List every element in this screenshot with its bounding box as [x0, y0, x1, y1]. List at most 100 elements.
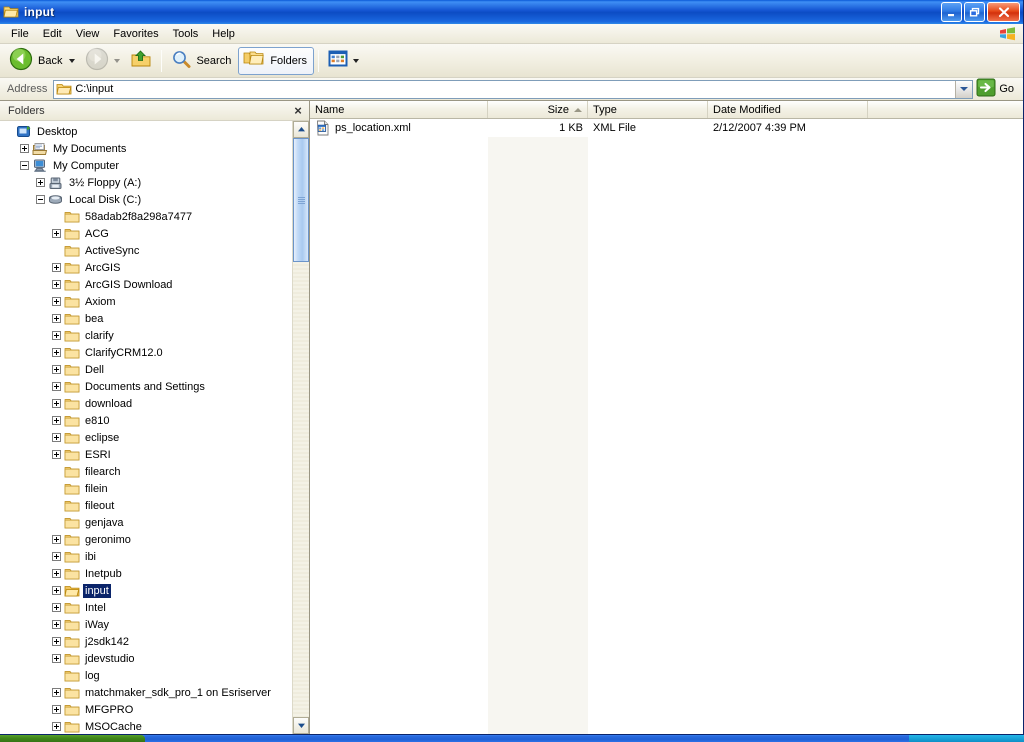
expand-icon[interactable]: [52, 297, 61, 306]
minimize-button[interactable]: [941, 2, 962, 22]
address-input-wrap[interactable]: [53, 79, 974, 99]
tree-item[interactable]: jdevstudio: [0, 650, 292, 667]
tree-item[interactable]: My Computer: [0, 157, 292, 174]
menu-favorites[interactable]: Favorites: [106, 26, 165, 42]
tree-item[interactable]: 3½ Floppy (A:): [0, 174, 292, 191]
expand-icon[interactable]: [52, 722, 61, 731]
expand-icon[interactable]: [52, 450, 61, 459]
tree-item[interactable]: MFGPRO: [0, 701, 292, 718]
back-dropdown-icon[interactable]: [69, 58, 76, 63]
views-dropdown-icon[interactable]: [353, 58, 360, 63]
tree-item[interactable]: ClarifyCRM12.0: [0, 344, 292, 361]
scrollbar-track[interactable]: [293, 138, 309, 717]
tree-item[interactable]: ActiveSync: [0, 242, 292, 259]
expand-icon[interactable]: [36, 178, 45, 187]
tree-item[interactable]: filearch: [0, 463, 292, 480]
column-header[interactable]: Size: [488, 101, 588, 118]
expand-icon[interactable]: [52, 654, 61, 663]
expand-icon[interactable]: [52, 365, 61, 374]
tree-item[interactable]: My Documents: [0, 140, 292, 157]
tree-item[interactable]: Axiom: [0, 293, 292, 310]
collapse-icon[interactable]: [20, 161, 29, 170]
menu-tools[interactable]: Tools: [166, 26, 206, 42]
tree-item[interactable]: ArcGIS Download: [0, 276, 292, 293]
tree-item[interactable]: 58adab2f8a298a7477: [0, 208, 292, 225]
expand-icon[interactable]: [52, 382, 61, 391]
tree-item[interactable]: fileout: [0, 497, 292, 514]
tree-item[interactable]: ESRI: [0, 446, 292, 463]
tree-item[interactable]: Inetpub: [0, 565, 292, 582]
tree-item[interactable]: eclipse: [0, 429, 292, 446]
forward-dropdown-icon[interactable]: [114, 58, 121, 63]
tree-item[interactable]: matchmaker_sdk_pro_1 on Esriserver: [0, 684, 292, 701]
expand-icon[interactable]: [52, 416, 61, 425]
expand-icon[interactable]: [52, 552, 61, 561]
column-header[interactable]: Name: [310, 101, 488, 118]
column-header[interactable]: Date Modified: [708, 101, 868, 118]
tree-item[interactable]: ArcGIS: [0, 259, 292, 276]
expand-icon[interactable]: [52, 314, 61, 323]
menu-edit[interactable]: Edit: [36, 26, 69, 42]
address-dropdown-button[interactable]: [955, 80, 973, 98]
folder-tree[interactable]: Desktop My Documents My Computer 3½ Floppy …: [0, 121, 292, 734]
expand-icon[interactable]: [52, 399, 61, 408]
forward-button[interactable]: [80, 47, 125, 75]
menu-view[interactable]: View: [69, 26, 107, 42]
tree-item[interactable]: ACG: [0, 225, 292, 242]
folders-button[interactable]: Folders: [238, 46, 315, 75]
tree-scrollbar[interactable]: [292, 121, 309, 734]
tree-item[interactable]: Documents and Settings: [0, 378, 292, 395]
expand-icon[interactable]: [52, 280, 61, 289]
scroll-down-icon[interactable]: [293, 717, 309, 734]
expand-icon[interactable]: [52, 620, 61, 629]
start-button[interactable]: [0, 735, 145, 742]
search-button[interactable]: Search: [166, 47, 238, 75]
tree-item[interactable]: input: [0, 582, 292, 599]
restore-button[interactable]: [964, 2, 985, 22]
tree-item[interactable]: bea: [0, 310, 292, 327]
expand-icon[interactable]: [52, 229, 61, 238]
expand-icon[interactable]: [52, 688, 61, 697]
address-input[interactable]: [75, 83, 956, 95]
menu-file[interactable]: File: [4, 26, 36, 42]
file-rows[interactable]: ps_location.xml 1 KB XML File 2/12/2007 4:3…: [310, 119, 1023, 734]
column-header[interactable]: Type: [588, 101, 708, 118]
tree-item[interactable]: clarify: [0, 327, 292, 344]
expand-icon[interactable]: [20, 144, 29, 153]
tree-item[interactable]: filein: [0, 480, 292, 497]
go-button[interactable]: Go: [973, 78, 1020, 100]
tree-item[interactable]: e810: [0, 412, 292, 429]
expand-icon[interactable]: [52, 433, 61, 442]
expand-icon[interactable]: [52, 603, 61, 612]
tree-item[interactable]: Desktop: [0, 123, 292, 140]
menu-help[interactable]: Help: [205, 26, 242, 42]
expand-icon[interactable]: [52, 331, 61, 340]
up-button[interactable]: [125, 47, 157, 75]
tree-item[interactable]: Dell: [0, 361, 292, 378]
tree-item[interactable]: iWay: [0, 616, 292, 633]
expand-icon[interactable]: [52, 569, 61, 578]
expand-icon[interactable]: [52, 705, 61, 714]
tree-item[interactable]: genjava: [0, 514, 292, 531]
views-button[interactable]: [323, 47, 364, 75]
tree-item[interactable]: log: [0, 667, 292, 684]
tree-item[interactable]: MSOCache: [0, 718, 292, 734]
collapse-icon[interactable]: [36, 195, 45, 204]
expand-icon[interactable]: [52, 348, 61, 357]
file-row[interactable]: ps_location.xml 1 KB XML File 2/12/2007 4:3…: [310, 119, 1023, 137]
tree-item[interactable]: Intel: [0, 599, 292, 616]
scrollbar-thumb[interactable]: [293, 138, 309, 262]
tree-item[interactable]: download: [0, 395, 292, 412]
tree-item[interactable]: ibi: [0, 548, 292, 565]
system-tray[interactable]: [909, 735, 1024, 742]
tree-item[interactable]: Local Disk (C:): [0, 191, 292, 208]
scroll-up-icon[interactable]: [293, 121, 309, 138]
close-icon[interactable]: ×: [291, 104, 305, 118]
back-button[interactable]: Back: [4, 47, 80, 75]
expand-icon[interactable]: [52, 637, 61, 646]
close-button[interactable]: [987, 2, 1020, 22]
expand-icon[interactable]: [52, 586, 61, 595]
tree-item[interactable]: geronimo: [0, 531, 292, 548]
tree-item[interactable]: j2sdk142: [0, 633, 292, 650]
expand-icon[interactable]: [52, 535, 61, 544]
